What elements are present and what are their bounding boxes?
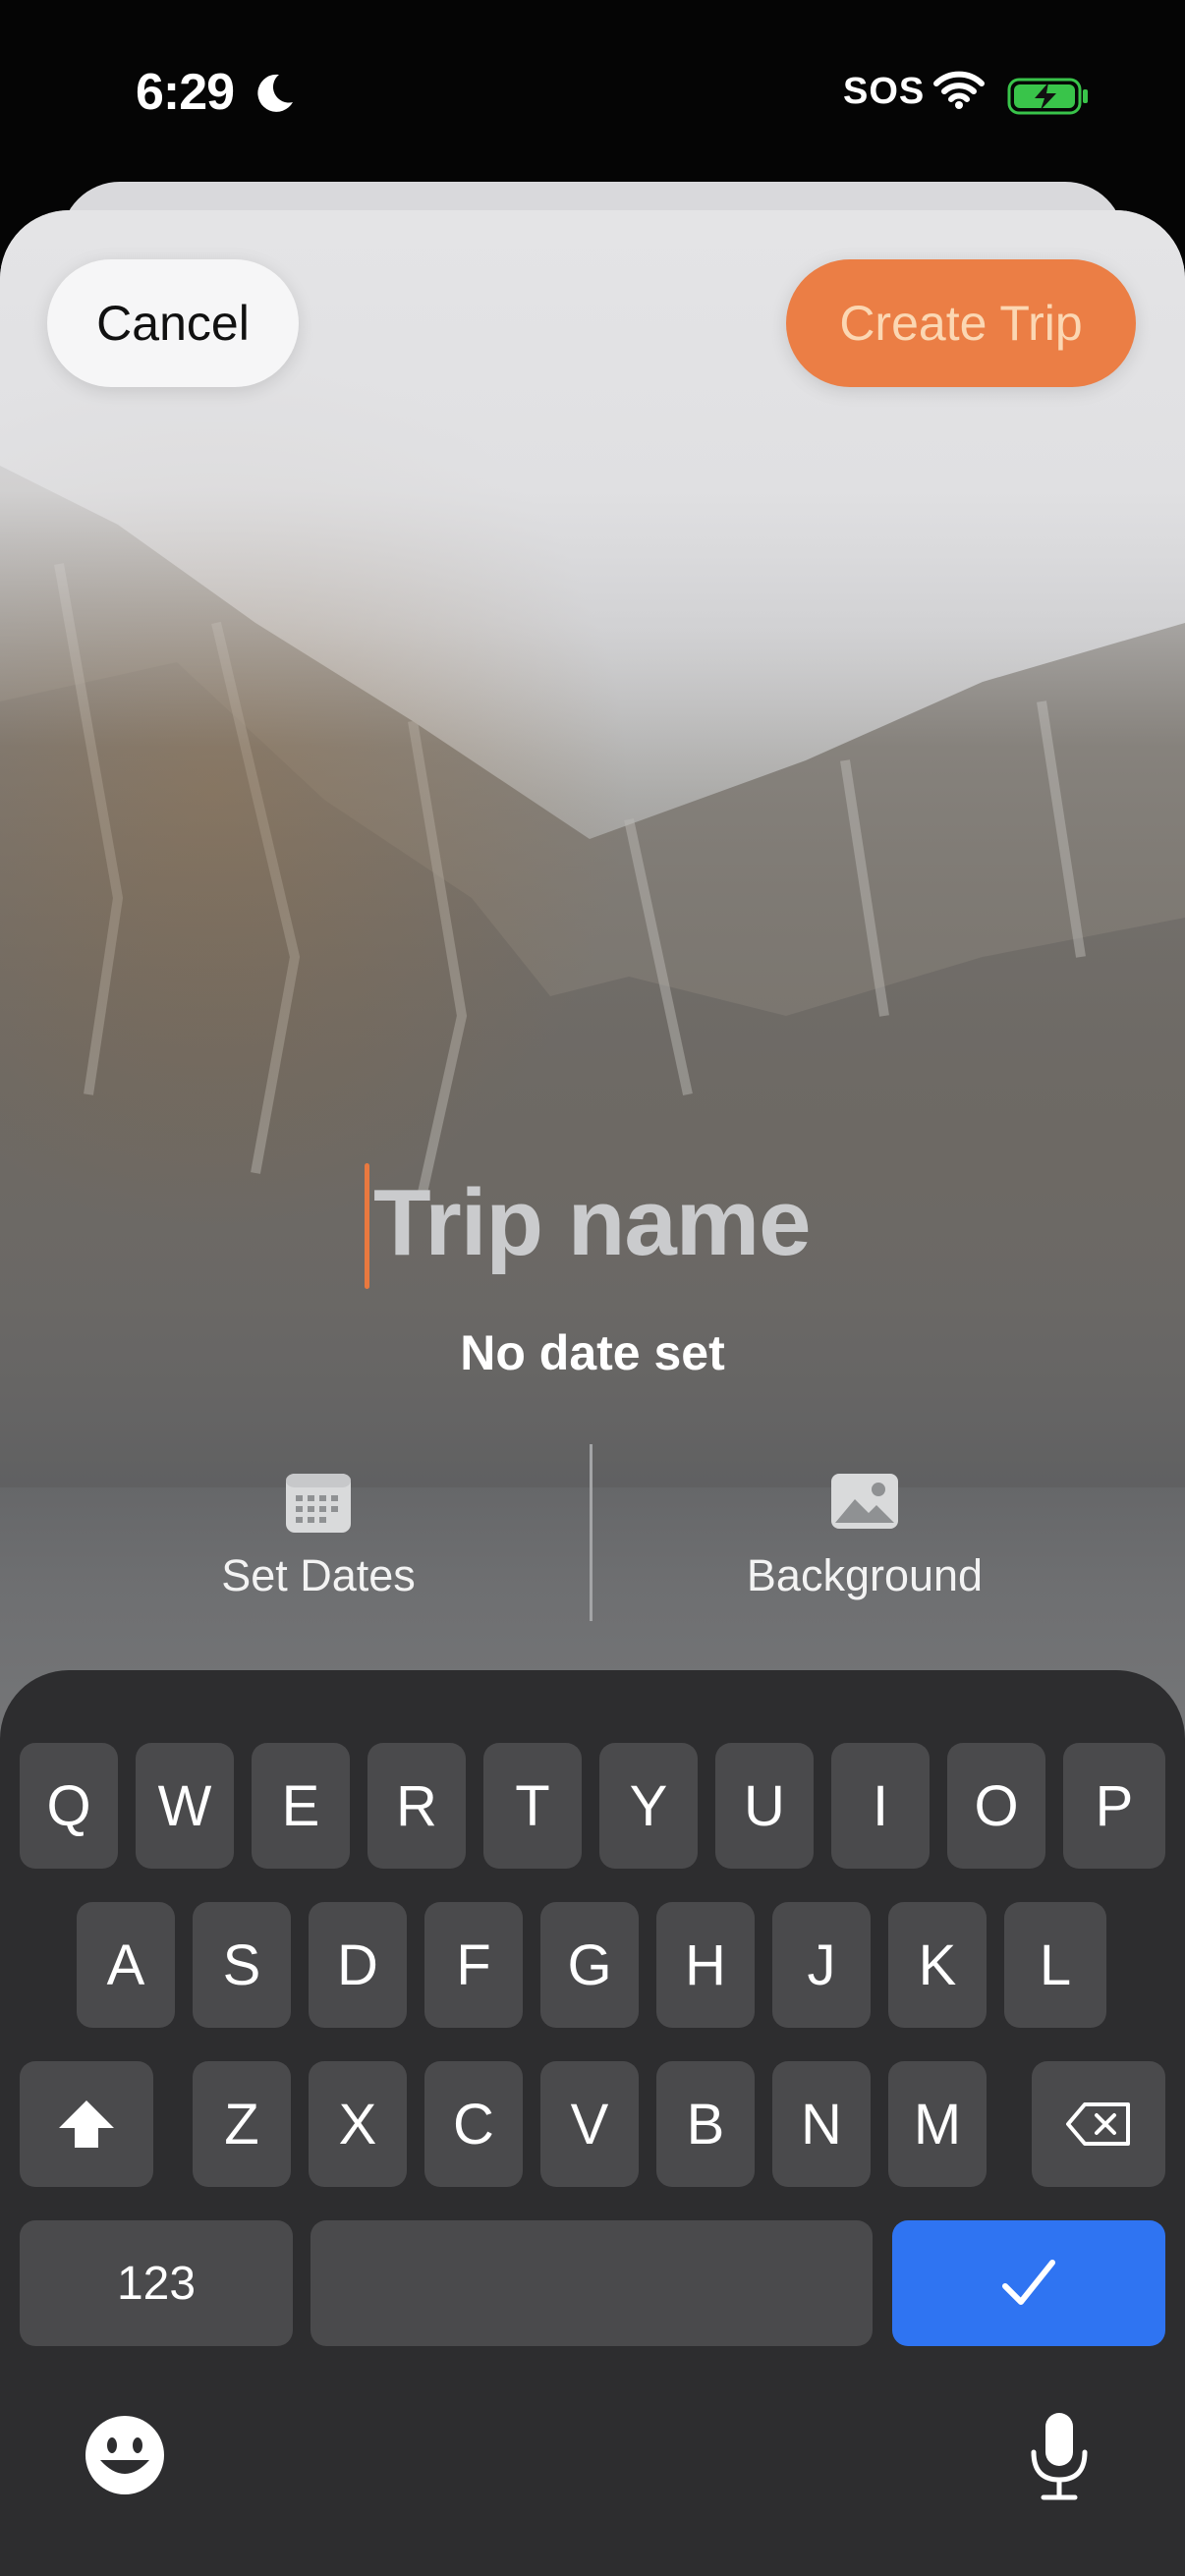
- key-w[interactable]: W: [136, 1743, 234, 1869]
- key-g[interactable]: G: [540, 1902, 639, 2028]
- delete-key[interactable]: [1032, 2061, 1165, 2187]
- battery-charging-icon: [1007, 78, 1088, 115]
- done-key[interactable]: [892, 2220, 1165, 2346]
- key-s[interactable]: S: [193, 1902, 291, 2028]
- shift-icon: [59, 2100, 114, 2148]
- date-label: No date set: [460, 1325, 725, 1380]
- key-i[interactable]: I: [831, 1743, 930, 1869]
- status-bar: 6:29 SOS: [0, 0, 1185, 187]
- microphone-icon[interactable]: [1026, 2409, 1093, 2503]
- background-image: [0, 210, 1185, 1487]
- key-f[interactable]: F: [424, 1902, 523, 2028]
- action-divider: [590, 1444, 592, 1621]
- key-e[interactable]: E: [252, 1743, 350, 1869]
- key-n[interactable]: N: [772, 2061, 871, 2187]
- wifi-icon: [933, 71, 985, 109]
- emoji-icon[interactable]: [83, 2413, 167, 2497]
- numbers-key[interactable]: 123: [20, 2220, 293, 2346]
- key-o[interactable]: O: [947, 1743, 1045, 1869]
- set-dates-button[interactable]: Set Dates: [73, 1464, 564, 1621]
- text-cursor: [365, 1163, 369, 1289]
- delete-icon: [1066, 2102, 1130, 2146]
- key-k[interactable]: K: [888, 1902, 987, 2028]
- key-l[interactable]: L: [1004, 1902, 1106, 2028]
- set-dates-label: Set Dates: [221, 1550, 416, 1600]
- key-v[interactable]: V: [540, 2061, 639, 2187]
- create-trip-button[interactable]: Create Trip: [786, 259, 1136, 387]
- photo-icon: [831, 1474, 898, 1529]
- key-j[interactable]: J: [772, 1902, 871, 2028]
- status-time: 6:29: [136, 64, 235, 121]
- background-label: Background: [746, 1550, 984, 1600]
- shift-key[interactable]: [20, 2061, 153, 2187]
- key-h[interactable]: H: [656, 1902, 755, 2028]
- trip-name-input[interactable]: Trip name: [373, 1169, 811, 1277]
- background-button[interactable]: Background: [619, 1464, 1110, 1621]
- moon-icon: [257, 74, 293, 112]
- key-u[interactable]: U: [715, 1743, 814, 1869]
- key-t[interactable]: T: [483, 1743, 582, 1869]
- key-p[interactable]: P: [1063, 1743, 1165, 1869]
- key-a[interactable]: A: [77, 1902, 175, 2028]
- key-b[interactable]: B: [656, 2061, 755, 2187]
- key-d[interactable]: D: [309, 1902, 407, 2028]
- space-key[interactable]: [310, 2220, 873, 2346]
- key-q[interactable]: Q: [20, 1743, 118, 1869]
- cancel-button[interactable]: Cancel: [47, 259, 299, 387]
- key-x[interactable]: X: [309, 2061, 407, 2187]
- key-m[interactable]: M: [888, 2061, 987, 2187]
- key-y[interactable]: Y: [599, 1743, 698, 1869]
- key-z[interactable]: Z: [193, 2061, 291, 2187]
- key-c[interactable]: C: [424, 2061, 523, 2187]
- key-r[interactable]: R: [367, 1743, 466, 1869]
- calendar-icon: [286, 1474, 351, 1533]
- sos-indicator: SOS: [843, 71, 926, 112]
- checkmark-icon: [1002, 2260, 1055, 2305]
- keyboard: Q W E R T Y U I O P A S D F G H J K L Z …: [0, 1670, 1185, 2576]
